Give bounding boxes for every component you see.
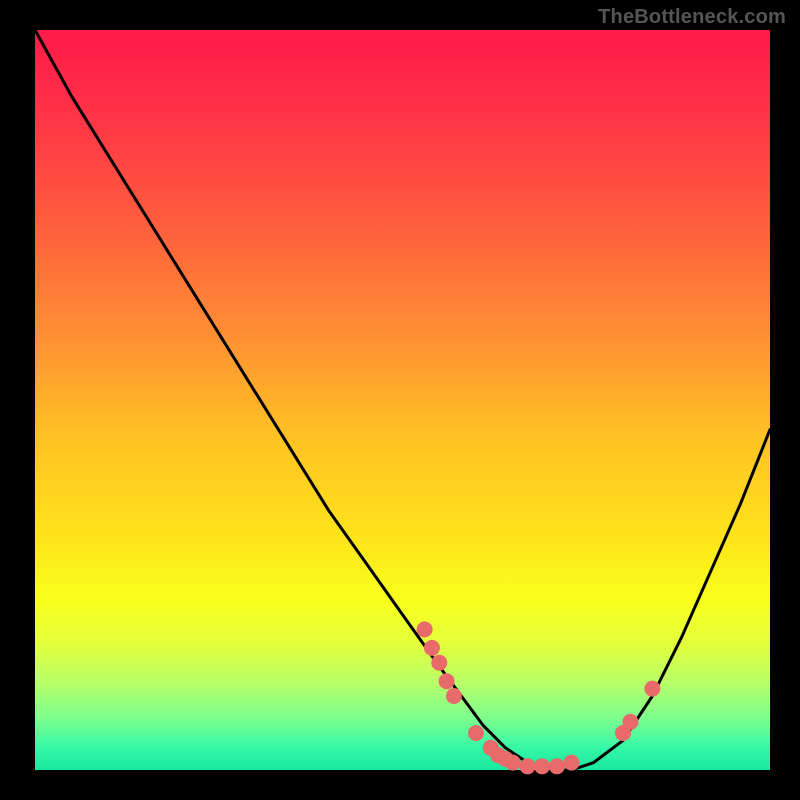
gpu-marker	[468, 725, 484, 741]
gpu-marker	[520, 758, 536, 774]
gpu-marker	[564, 755, 580, 771]
gpu-marker	[534, 758, 550, 774]
gpu-marker	[505, 755, 521, 771]
gpu-marker	[417, 621, 433, 637]
gpu-marker	[424, 640, 440, 656]
gpu-marker	[549, 758, 565, 774]
chart-svg	[0, 0, 800, 800]
gpu-marker	[622, 714, 638, 730]
gpu-marker	[644, 681, 660, 697]
gpu-marker	[439, 673, 455, 689]
chart-stage: TheBottleneck.com	[0, 0, 800, 800]
plot-background	[35, 30, 770, 770]
gpu-marker	[431, 655, 447, 671]
gpu-marker	[446, 688, 462, 704]
